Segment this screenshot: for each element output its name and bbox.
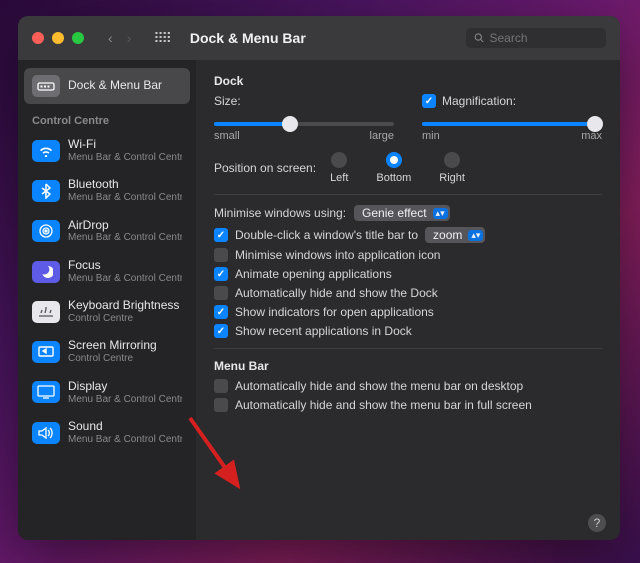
search-icon [474, 32, 485, 44]
main-pane: Dock Size: small large Ma [196, 60, 620, 540]
forward-button[interactable]: › [123, 30, 136, 46]
dock-option-label-2: Animate opening applications [235, 267, 392, 281]
sidebar-item-label: Wi-Fi [68, 138, 182, 152]
preferences-window: ‹ › ⠿⠿ Dock & Menu Bar Dock & Menu Bar C… [18, 16, 620, 540]
sidebar-item-display[interactable]: Display Menu Bar & Control Centre [24, 373, 190, 412]
size-slider[interactable] [214, 122, 394, 126]
dblclick-value: zoom [433, 228, 462, 242]
sidebar-item-sublabel: Menu Bar & Control Centre [68, 273, 182, 285]
sidebar-section-header: Control Centre [24, 105, 190, 131]
minimise-select[interactable]: Genie effect ▴▾ [354, 205, 450, 221]
chevron-updown-icon: ▴▾ [468, 230, 483, 241]
sidebar[interactable]: Dock & Menu Bar Control Centre Wi-Fi Men… [18, 60, 196, 540]
minimise-value: Genie effect [362, 206, 427, 220]
sidebar-item-dock-menubar[interactable]: Dock & Menu Bar [24, 68, 190, 104]
menubar-checkbox-1[interactable] [214, 398, 228, 412]
sidebar-item-label: Keyboard Brightness [68, 299, 179, 313]
sidebar-item-sound[interactable]: Sound Menu Bar & Control Centre [24, 413, 190, 452]
position-label-right: Right [439, 172, 465, 184]
size-label: Size: [214, 94, 241, 108]
sidebar-item-airdrop[interactable]: AirDrop Menu Bar & Control Centre [24, 212, 190, 251]
dock-checkbox-0[interactable] [214, 228, 228, 242]
chevron-updown-icon: ▴▾ [433, 208, 448, 219]
size-min-label: small [214, 130, 240, 142]
magnification-label: Magnification: [442, 94, 516, 108]
dock-option-label-5: Show recent applications in Dock [235, 324, 412, 338]
traffic-lights [32, 32, 84, 44]
magnification-checkbox[interactable] [422, 94, 436, 108]
sidebar-item-focus[interactable]: Focus Menu Bar & Control Centre [24, 252, 190, 291]
menubar-heading: Menu Bar [214, 359, 602, 373]
sidebar-item-label: Screen Mirroring [68, 339, 157, 353]
window-title: Dock & Menu Bar [190, 30, 306, 46]
titlebar: ‹ › ⠿⠿ Dock & Menu Bar [18, 16, 620, 60]
dock-icon [32, 75, 60, 97]
dock-option-label-1: Minimise windows into application icon [235, 248, 440, 262]
dock-option-label-0: Double-click a window's title bar to [235, 228, 418, 242]
dock-checkbox-3[interactable] [214, 286, 228, 300]
dock-option-label-4: Show indicators for open applications [235, 305, 434, 319]
menubar-checkbox-0[interactable] [214, 379, 228, 393]
menubar-option-label-1: Automatically hide and show the menu bar… [235, 398, 532, 412]
sidebar-item-sublabel: Menu Bar & Control Centre [68, 394, 182, 406]
dblclick-select[interactable]: zoom ▴▾ [425, 227, 485, 243]
back-button[interactable]: ‹ [104, 30, 117, 46]
size-slider-thumb[interactable] [282, 116, 298, 132]
mag-min-label: min [422, 130, 440, 142]
all-prefs-grid-icon[interactable]: ⠿⠿ [153, 30, 170, 47]
sidebar-item-sublabel: Menu Bar & Control Centre [68, 232, 182, 244]
bluetooth-icon [32, 180, 60, 202]
display-icon [32, 381, 60, 403]
sidebar-item-label: Display [68, 380, 182, 394]
sidebar-item-label: Sound [68, 420, 182, 434]
sidebar-item-sublabel: Control Centre [68, 313, 179, 325]
position-radio-bottom[interactable] [386, 152, 402, 168]
sound-icon [32, 422, 60, 444]
dock-checkbox-4[interactable] [214, 305, 228, 319]
airdrop-icon [32, 220, 60, 242]
sidebar-item-sublabel: Menu Bar & Control Centre [68, 152, 182, 164]
zoom-button[interactable] [72, 32, 84, 44]
sidebar-item-label: Bluetooth [68, 178, 182, 192]
menubar-option-label-0: Automatically hide and show the menu bar… [235, 379, 523, 393]
sidebar-item-keyboard-brightness[interactable]: Keyboard Brightness Control Centre [24, 292, 190, 331]
size-max-label: large [370, 130, 394, 142]
focus-icon [32, 261, 60, 283]
wifi-icon [32, 140, 60, 162]
mag-max-label: max [581, 130, 602, 142]
sidebar-item-sublabel: Control Centre [68, 353, 157, 365]
dock-checkbox-5[interactable] [214, 324, 228, 338]
dock-heading: Dock [214, 74, 602, 88]
close-button[interactable] [32, 32, 44, 44]
minimize-button[interactable] [52, 32, 64, 44]
keyboard-icon [32, 301, 60, 323]
mirror-icon [32, 341, 60, 363]
sidebar-item-bluetooth[interactable]: Bluetooth Menu Bar & Control Centre [24, 171, 190, 210]
dock-checkbox-2[interactable] [214, 267, 228, 281]
position-label-left: Left [330, 172, 348, 184]
sidebar-item-wi-fi[interactable]: Wi-Fi Menu Bar & Control Centre [24, 131, 190, 170]
magnification-slider-thumb[interactable] [587, 116, 603, 132]
sidebar-item-sublabel: Menu Bar & Control Centre [68, 192, 182, 204]
position-label-bottom: Bottom [376, 172, 411, 184]
sidebar-item-label: AirDrop [68, 219, 182, 233]
sidebar-item-label: Focus [68, 259, 182, 273]
position-radio-right[interactable] [444, 152, 460, 168]
position-radio-left[interactable] [331, 152, 347, 168]
nav-arrows: ‹ › [104, 30, 135, 46]
help-button[interactable]: ? [588, 514, 606, 532]
position-label: Position on screen: [214, 161, 316, 175]
sidebar-item-label: Dock & Menu Bar [68, 79, 162, 93]
search-input[interactable] [490, 31, 599, 45]
search-box[interactable] [466, 28, 606, 48]
magnification-slider[interactable] [422, 122, 602, 126]
dock-option-label-3: Automatically hide and show the Dock [235, 286, 438, 300]
dock-checkbox-1[interactable] [214, 248, 228, 262]
sidebar-item-sublabel: Menu Bar & Control Centre [68, 434, 182, 446]
minimise-label: Minimise windows using: [214, 206, 346, 220]
sidebar-item-screen-mirroring[interactable]: Screen Mirroring Control Centre [24, 332, 190, 371]
